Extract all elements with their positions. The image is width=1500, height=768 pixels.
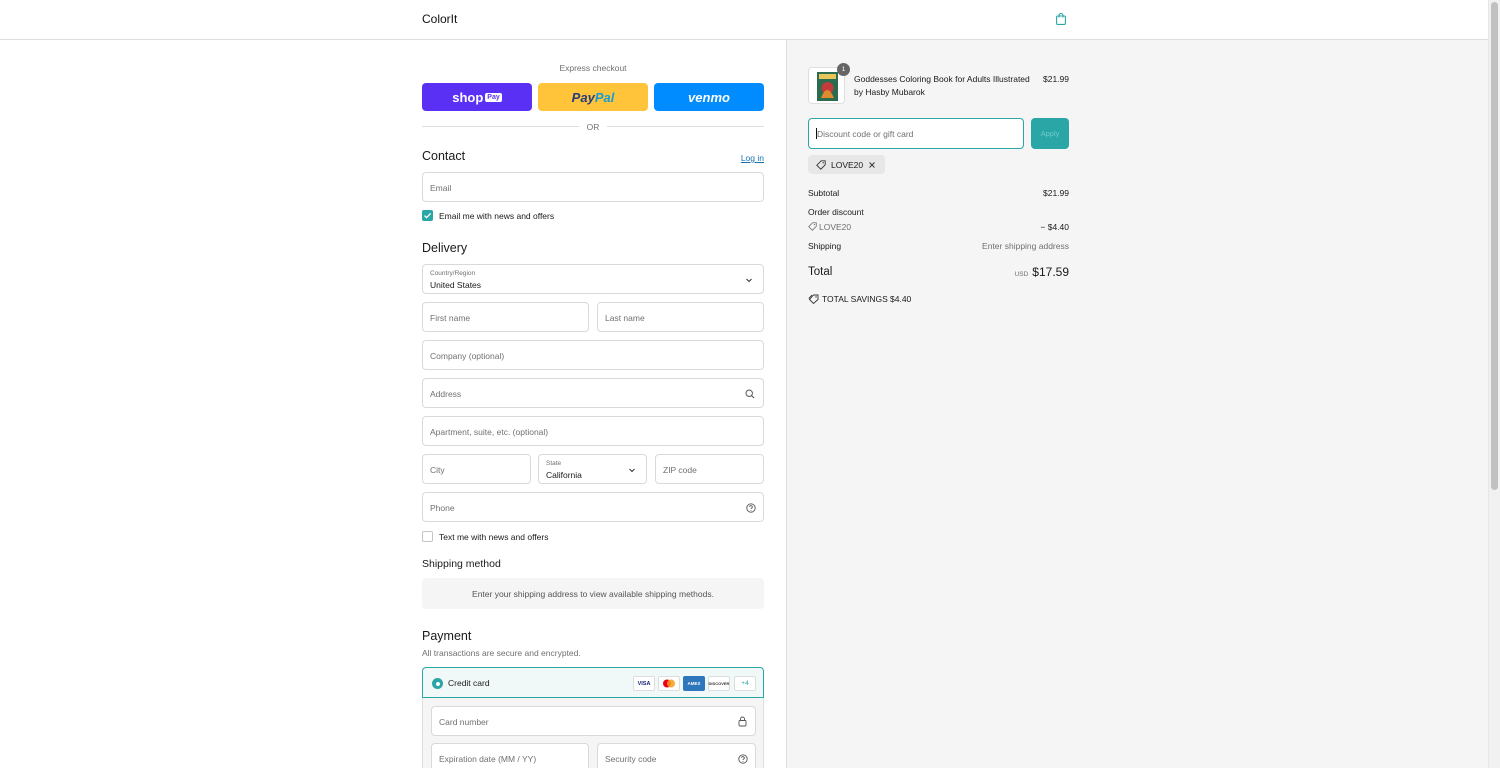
country-select[interactable]: Country/Region United States <box>422 264 764 294</box>
remove-discount-icon[interactable] <box>868 161 876 169</box>
shipping-method-message: Enter your shipping address to view avai… <box>422 578 764 609</box>
order-discount-label: Order discount <box>808 207 864 217</box>
amex-icon: AMEX <box>683 676 705 691</box>
visa-icon: VISA <box>633 676 655 691</box>
text-news-checkbox[interactable] <box>422 531 433 542</box>
shop-pay-text: shop <box>452 89 484 105</box>
email-news-label: Email me with news and offers <box>439 211 555 221</box>
express-checkout-label: Express checkout <box>559 63 627 73</box>
first-name-placeholder: First name <box>430 313 471 323</box>
state-value: California <box>546 470 582 480</box>
company-placeholder: Company (optional) <box>430 351 505 361</box>
paypal-pal-text: Pal <box>594 89 615 105</box>
apply-button[interactable]: Apply <box>1031 118 1069 149</box>
top-header: ColorIt <box>0 0 1488 40</box>
discount-amount: − $4.40 <box>1040 222 1069 232</box>
subtotal-label: Subtotal <box>808 188 840 198</box>
shipping-value: Enter shipping address <box>982 241 1069 251</box>
paypal-button[interactable]: Pay Pal <box>538 83 648 111</box>
text-news-label: Text me with news and offers <box>439 532 549 542</box>
phone-placeholder: Phone <box>430 503 455 513</box>
total-savings-value: $4.40 <box>890 294 912 304</box>
checkmark-icon <box>424 212 432 219</box>
chevron-down-icon <box>629 468 635 473</box>
total-label: Total <box>808 266 833 278</box>
country-label: Country/Region <box>430 270 476 277</box>
shop-pay-button[interactable]: shop Pay <box>422 83 532 111</box>
payment-title: Payment <box>422 629 472 643</box>
shop-pay-badge: Pay <box>485 92 502 102</box>
discount-placeholder: Discount code or gift card <box>817 129 914 139</box>
order-summary-panel <box>786 40 1488 768</box>
card-number-placeholder: Card number <box>439 717 489 727</box>
currency-code: USD <box>1014 271 1029 278</box>
total-savings-label: TOTAL SAVINGS <box>822 294 888 304</box>
product-price: $21.99 <box>1043 74 1069 84</box>
brand-logo[interactable]: ColorIt <box>422 12 457 26</box>
state-select[interactable]: State California <box>538 454 647 484</box>
scrollbar-thumb[interactable] <box>1491 2 1498 490</box>
total-value: USD $17.59 <box>1015 265 1069 279</box>
phone-field[interactable]: Phone <box>422 492 764 522</box>
chevron-down-icon <box>746 278 752 283</box>
login-link[interactable]: Log in <box>741 153 764 163</box>
security-code-field[interactable]: Security code <box>597 743 756 768</box>
applied-discount-code: LOVE20 <box>831 159 864 170</box>
credit-card-radio[interactable] <box>432 678 443 689</box>
email-placeholder: Email <box>430 183 452 193</box>
first-name-field[interactable]: First name <box>422 302 589 332</box>
quantity-badge: 1 <box>837 63 850 76</box>
product-name: Goddesses Coloring Book for Adults Illus… <box>854 74 1030 97</box>
discover-icon: DISCOVER <box>708 676 730 691</box>
credit-card-label: Credit card <box>448 678 490 688</box>
expiration-placeholder: Expiration date (MM / YY) <box>439 754 537 764</box>
credit-card-fields: Card number Expiration date (MM / YY) Se… <box>422 698 764 768</box>
credit-card-option[interactable]: Credit card VISA AMEX DISCOVER +4 <box>422 667 764 698</box>
card-number-field[interactable]: Card number <box>431 706 756 736</box>
apartment-field[interactable]: Apartment, suite, etc. (optional) <box>422 416 764 446</box>
page-scrollbar[interactable] <box>1488 0 1500 768</box>
address-field[interactable]: Address <box>422 378 764 408</box>
apartment-placeholder: Apartment, suite, etc. (optional) <box>430 427 549 437</box>
country-value: United States <box>430 280 482 290</box>
help-icon[interactable] <box>746 503 756 513</box>
zip-placeholder: ZIP code <box>663 465 697 475</box>
shopping-bag-icon[interactable] <box>1056 13 1066 25</box>
zip-field[interactable]: ZIP code <box>655 454 764 484</box>
mastercard-icon <box>658 676 680 691</box>
email-news-checkbox[interactable] <box>422 210 433 221</box>
total-amount: $17.59 <box>1032 265 1069 279</box>
paypal-pay-text: Pay <box>571 89 595 105</box>
expiration-field[interactable]: Expiration date (MM / YY) <box>431 743 589 768</box>
contact-title: Contact <box>422 149 466 163</box>
company-field[interactable]: Company (optional) <box>422 340 764 370</box>
state-label: State <box>546 460 562 467</box>
last-name-placeholder: Last name <box>605 313 645 323</box>
city-placeholder: City <box>430 465 445 475</box>
shipping-label: Shipping <box>808 241 842 251</box>
applied-discount-chip: LOVE20 <box>808 155 886 174</box>
or-divider-text: OR <box>586 122 600 132</box>
help-icon[interactable] <box>738 754 748 764</box>
security-code-placeholder: Security code <box>605 754 657 764</box>
discount-code-label: LOVE20 <box>819 222 852 232</box>
lock-icon <box>738 716 747 727</box>
savings-tag-icon <box>808 294 819 304</box>
tag-icon <box>816 159 826 170</box>
email-field[interactable]: Email <box>422 172 764 202</box>
discount-code-input[interactable]: Discount code or gift card <box>808 118 1024 149</box>
payment-subtitle: All transactions are secure and encrypte… <box>422 648 581 658</box>
city-field[interactable]: City <box>422 454 531 484</box>
venmo-text: venmo <box>688 89 730 105</box>
shipping-method-title: Shipping method <box>422 558 501 570</box>
search-icon <box>745 389 755 399</box>
subtotal-value: $21.99 <box>1043 188 1069 198</box>
delivery-title: Delivery <box>422 241 468 255</box>
last-name-field[interactable]: Last name <box>597 302 764 332</box>
venmo-button[interactable]: venmo <box>654 83 764 111</box>
address-placeholder: Address <box>430 389 462 399</box>
tag-icon <box>808 222 817 231</box>
more-cards-badge: +4 <box>734 676 756 691</box>
